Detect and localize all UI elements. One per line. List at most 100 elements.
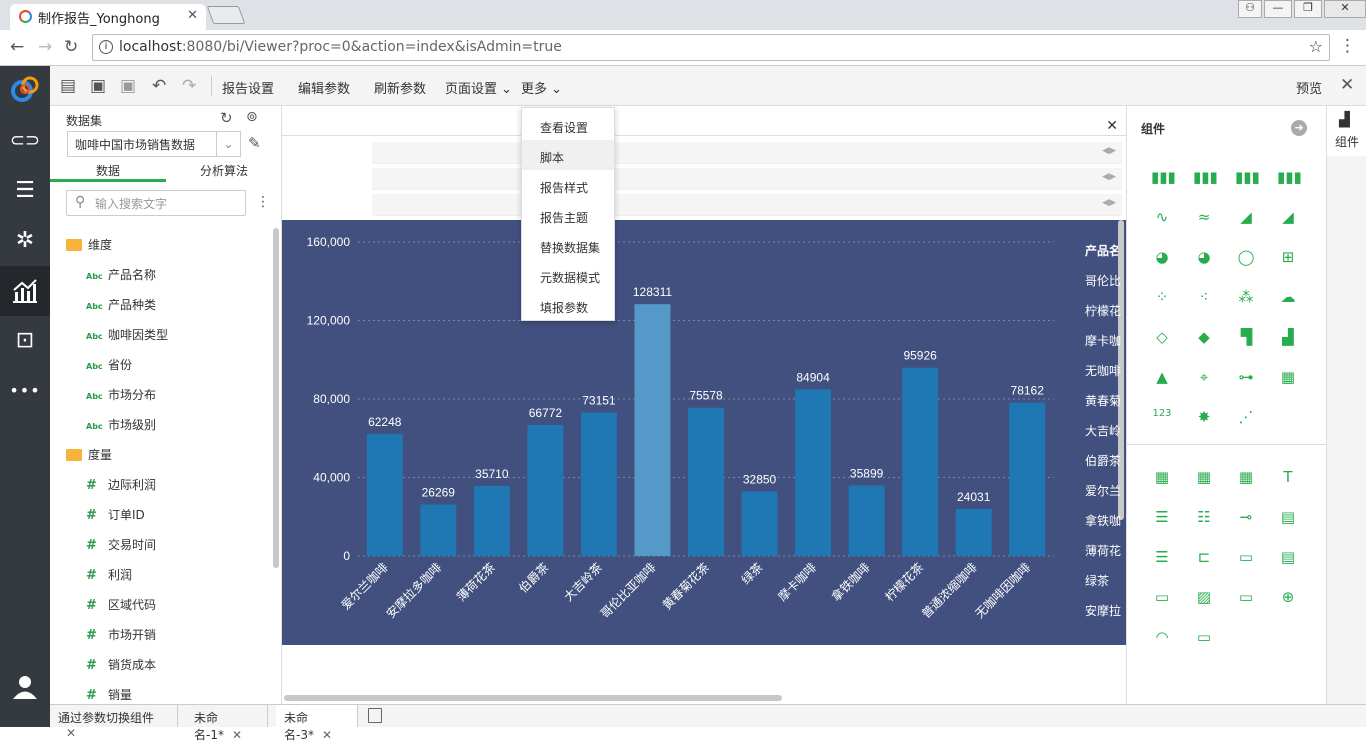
new-tab-button[interactable] — [206, 6, 246, 24]
slider-icon[interactable]: ▭ — [1193, 628, 1215, 648]
dimension-field[interactable]: Abc 省份 — [86, 356, 132, 376]
web-icon[interactable]: ⊕ — [1277, 588, 1299, 608]
number-icon[interactable]: 123 — [1151, 408, 1173, 428]
user-profile-button[interactable]: ⚇ — [1238, 0, 1262, 18]
more-menu-button[interactable]: 更多 ⌄ — [521, 78, 562, 97]
crosstab-icon[interactable]: ▦ — [1193, 468, 1215, 488]
bar[interactable] — [795, 389, 832, 556]
list-icon[interactable]: ☰ — [1151, 508, 1173, 528]
legend-item[interactable]: 爱尔兰 — [1085, 482, 1123, 499]
report-settings-button[interactable]: 报告设置 — [222, 78, 274, 97]
url-input[interactable]: i localhost:8080/bi/Viewer?proc=0&action… — [92, 34, 1330, 61]
measure-field[interactable]: # 销货成本 — [86, 656, 156, 676]
legend-item[interactable]: 安摩拉 — [1085, 602, 1123, 619]
bar-chart-component[interactable]: 0 40,000 80,000 120,000 160,000 62248 爱尔兰咖啡 262… — [282, 220, 1126, 645]
bar[interactable] — [688, 407, 724, 556]
bar[interactable] — [527, 424, 564, 556]
dimension-folder[interactable]: 维度 — [66, 236, 112, 253]
save-icon[interactable]: ▣ — [90, 76, 106, 96]
bar[interactable] — [902, 367, 939, 556]
heatmap-icon[interactable]: ✸ — [1193, 408, 1215, 428]
bar[interactable] — [848, 485, 885, 556]
dimension-field[interactable]: Abc 产品名称 — [86, 266, 156, 286]
menu-item[interactable]: 元数据模式 — [522, 260, 614, 290]
minimize-button[interactable]: — — [1264, 0, 1292, 18]
info-icon[interactable]: i — [99, 40, 113, 54]
grouped-bar-icon[interactable]: ▮▮▮ — [1235, 168, 1260, 188]
measure-field[interactable]: # 边际利润 — [86, 476, 156, 496]
menu-item[interactable]: 替换数据集 — [522, 230, 614, 260]
pie-chart-icon[interactable]: ◕ — [1151, 248, 1173, 268]
bar[interactable] — [473, 485, 510, 556]
menu-item[interactable]: 报告样式 — [522, 170, 614, 200]
tab-close-icon[interactable]: ✕ — [187, 8, 198, 23]
menu-item[interactable]: 脚本 — [522, 140, 614, 170]
undo-icon[interactable]: ↶ — [152, 76, 166, 96]
browser-tab[interactable]: 制作报告_Yonghong ✕ — [10, 4, 206, 30]
canvas-close-icon[interactable]: ✕ — [1106, 118, 1118, 134]
measure-field[interactable]: # 销量 — [86, 686, 132, 706]
stacked-area-icon[interactable]: ◢ — [1277, 208, 1299, 228]
legend-item[interactable]: 哥伦比 — [1085, 272, 1123, 289]
dimension-field[interactable]: Abc 咖啡因类型 — [86, 326, 168, 346]
dimension-field[interactable]: Abc 市场分布 — [86, 386, 156, 406]
bar-chart-icon[interactable]: ▮▮▮ — [1151, 168, 1176, 188]
window-close-button[interactable]: ✕ — [1324, 0, 1366, 18]
bar[interactable] — [955, 508, 992, 556]
dimension-field[interactable]: Abc 市场级别 — [86, 416, 156, 436]
dataset-select[interactable]: 咖啡中国市场销售数据 ⌄ — [67, 131, 241, 157]
box-plot-icon[interactable]: ⊞ — [1277, 248, 1299, 268]
waterfall-icon[interactable]: ▝▌ — [1235, 328, 1258, 348]
image-icon[interactable]: ▨ — [1193, 588, 1215, 608]
multi-line-icon[interactable]: ≈ — [1193, 208, 1215, 228]
button-icon[interactable]: ▭ — [1235, 588, 1257, 608]
param-row[interactable]: ◀▶ — [372, 142, 1122, 164]
tab-algorithm[interactable]: 分析算法 — [166, 162, 282, 182]
edit-icon[interactable]: ✎ — [248, 134, 261, 152]
vertical-scrollbar[interactable] — [273, 228, 279, 568]
reload-icon[interactable]: ↻ — [64, 37, 78, 57]
user-icon[interactable] — [0, 662, 50, 712]
bar[interactable] — [580, 412, 617, 556]
scatter-line-icon[interactable]: ⋰ — [1235, 408, 1257, 428]
legend-item[interactable]: 无咖啡 — [1085, 362, 1123, 379]
bubble-icon[interactable]: ⁂ — [1235, 288, 1257, 308]
new-report-tab-icon[interactable] — [368, 708, 382, 723]
text-label-icon[interactable]: ▭ — [1235, 548, 1257, 568]
menu-item[interactable]: 填报参数 — [522, 290, 614, 320]
freestyle-table-icon[interactable]: ▦ — [1235, 468, 1257, 488]
legend-item[interactable]: 大吉岭 — [1085, 422, 1123, 439]
more-icon[interactable]: ••• — [0, 366, 50, 416]
world-map-icon[interactable]: ▲ — [1151, 368, 1173, 388]
dataset-link-icon[interactable]: ⊚ — [246, 109, 258, 125]
legend-item[interactable]: 薄荷花 — [1085, 542, 1123, 559]
legend-item[interactable]: 绿茶 — [1085, 572, 1123, 589]
param-row[interactable]: ◀▶ — [372, 194, 1122, 216]
report-tab[interactable]: 未命名-3* ✕ — [276, 705, 358, 742]
bookmark-star-icon[interactable]: ☆ — [1309, 37, 1323, 56]
link-icon[interactable]: ⊂⊃ — [0, 116, 50, 166]
preview-button[interactable]: 预览 — [1296, 78, 1322, 97]
legend-item[interactable]: 拿铁咖 — [1085, 512, 1123, 529]
save-as-icon[interactable]: ▣ — [120, 76, 136, 96]
search-input[interactable]: ⚲ 输入搜索文字 — [66, 190, 246, 216]
line-chart-icon[interactable]: ∿ — [1151, 208, 1173, 228]
tree-icon[interactable]: ⊶ — [1235, 368, 1257, 388]
tab-close-icon[interactable]: ✕ — [232, 728, 242, 742]
combo-box-icon[interactable]: ⊏ — [1193, 548, 1215, 568]
area-chart-icon[interactable]: ◢ — [1235, 208, 1257, 228]
word-cloud-icon[interactable]: ☁ — [1277, 288, 1299, 308]
bar[interactable] — [634, 304, 671, 556]
refresh-icon[interactable]: ↻ — [220, 109, 233, 127]
presentation-icon[interactable]: ⊡ — [0, 316, 50, 366]
table-icon[interactable]: ▦ — [1151, 468, 1173, 488]
refresh-params-button[interactable]: 刷新参数 — [374, 78, 426, 97]
arrow-right-icon[interactable]: ➜ — [1291, 120, 1307, 136]
legend-item[interactable]: 摩卡咖 — [1085, 332, 1123, 349]
tree-table-icon[interactable]: ☷ — [1193, 508, 1215, 528]
donut-chart-icon[interactable]: ◯ — [1235, 248, 1257, 268]
close-icon[interactable]: ✕ — [1340, 75, 1354, 95]
edit-params-button[interactable]: 编辑参数 — [298, 78, 350, 97]
legend-item[interactable]: 黄春菊 — [1085, 392, 1123, 409]
measure-field[interactable]: # 利润 — [86, 566, 132, 586]
